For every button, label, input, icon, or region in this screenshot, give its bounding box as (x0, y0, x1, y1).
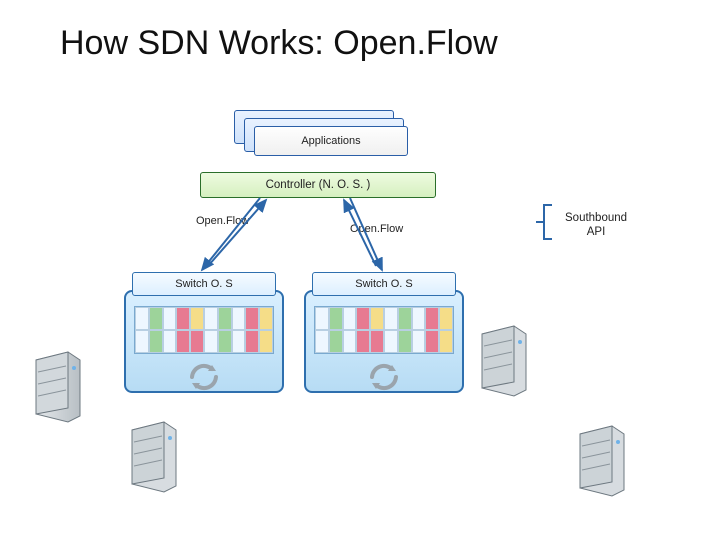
southbound-line1: Southbound (565, 212, 627, 224)
server-icon (130, 420, 178, 494)
applications-stack: Applications (234, 110, 408, 158)
page-title: How SDN Works: Open.Flow (60, 24, 498, 63)
switch-os-label: Switch O. S (132, 272, 276, 296)
applications-card-front: Applications (254, 126, 408, 156)
switch-left: Switch O. S (120, 272, 288, 397)
switch-right: Switch O. S (300, 272, 468, 397)
controller-box: Controller (N. O. S. ) (200, 172, 436, 198)
server-icon (578, 424, 626, 498)
refresh-icon (366, 359, 402, 395)
openflow-label-left: Open.Flow (196, 215, 249, 227)
server-icon (480, 324, 528, 398)
openflow-label-right: Open.Flow (350, 223, 403, 235)
refresh-icon (186, 359, 222, 395)
switch-os-label: Switch O. S (312, 272, 456, 296)
southbound-api-label: Southbound API (565, 211, 627, 240)
southbound-line2: API (587, 226, 606, 238)
flow-table (314, 306, 454, 354)
flow-table (134, 306, 274, 354)
server-icon (34, 350, 82, 424)
